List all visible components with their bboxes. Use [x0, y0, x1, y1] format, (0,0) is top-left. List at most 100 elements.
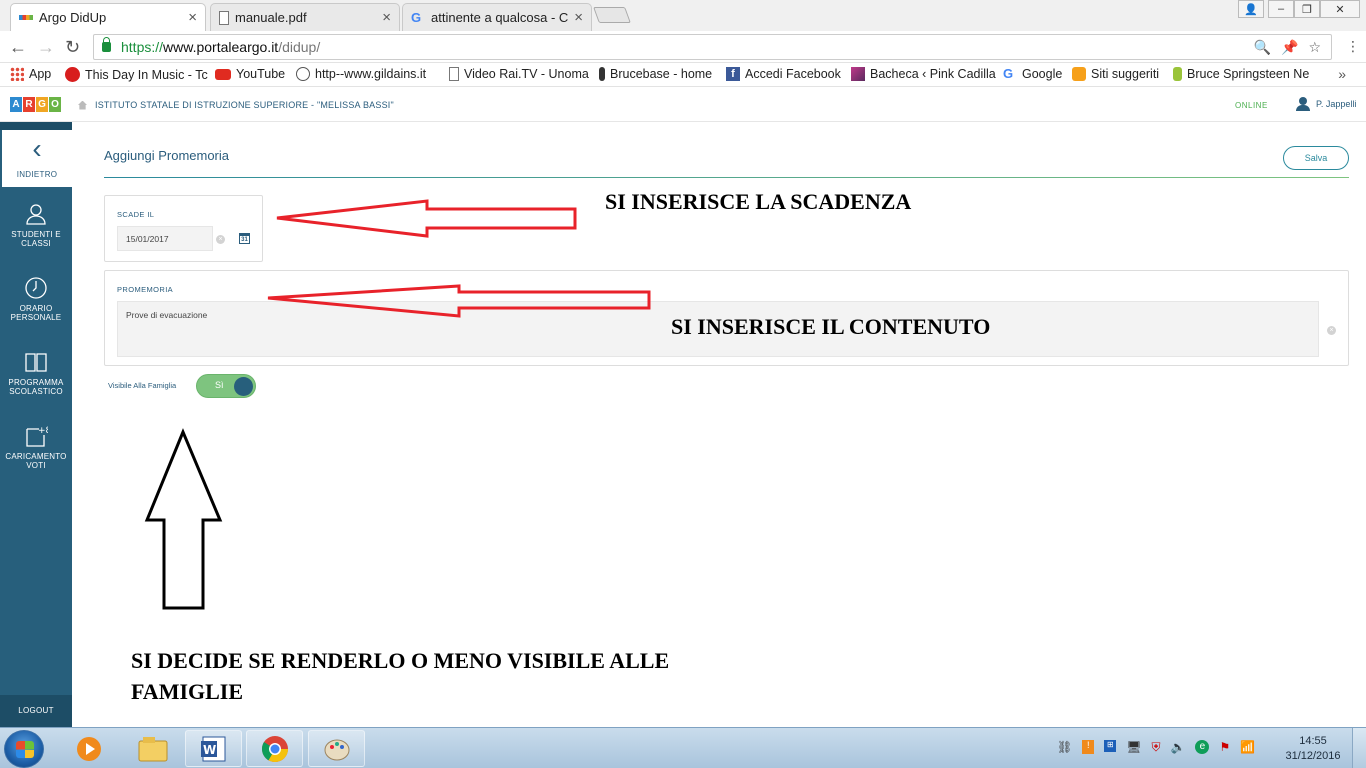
- annotation-content: SI INSERISCE IL CONTENUTO: [671, 314, 991, 339]
- logo-letter: O: [49, 97, 61, 112]
- tab-close-icon[interactable]: ×: [188, 9, 197, 26]
- tab-title: Argo DidUp: [39, 10, 107, 25]
- tab-google-search[interactable]: G attinente a qualcosa - Ce ×: [402, 3, 592, 31]
- bookmark-facebook[interactable]: f Accedi Facebook: [726, 67, 841, 81]
- menu-icon[interactable]: ⋮: [1346, 38, 1360, 55]
- bookmark-youtube[interactable]: YouTube: [215, 67, 285, 81]
- sidebar-item-schedule[interactable]: ORARIO PERSONALE: [0, 276, 72, 322]
- url-host: www.portaleargo.it: [163, 39, 279, 55]
- tray-monitor-icon[interactable]: 🖥: [1126, 740, 1141, 755]
- show-desktop-button[interactable]: [1352, 728, 1366, 768]
- clear-date-icon[interactable]: ×: [216, 235, 225, 244]
- bookmark-bruce-springsteen[interactable]: Bruce Springsteen Ne: [1173, 67, 1309, 81]
- bookmark-rai-tv[interactable]: Video Rai.TV - Unoma: [449, 67, 589, 81]
- app-header: A R G O ISTITUTO STATALE DI ISTRUZIONE S…: [0, 88, 1366, 122]
- more-bookmarks-icon[interactable]: »: [1338, 66, 1346, 82]
- sidebar-item-label: CARICAMENTO: [5, 452, 67, 461]
- bookmark-label: Accedi Facebook: [745, 67, 841, 81]
- due-date-input[interactable]: [117, 226, 213, 251]
- user-profile-icon[interactable]: 👤: [1238, 0, 1264, 18]
- bookmark-google[interactable]: G Google: [1003, 67, 1062, 82]
- chevron-left-icon: ‹: [32, 133, 42, 164]
- visible-to-family-label: Visibile Alla Famiglia: [108, 381, 177, 390]
- toggle-knob: [234, 377, 253, 396]
- maximize-button[interactable]: ❐: [1294, 0, 1320, 18]
- bookmark-label: Bacheca ‹ Pink Cadilla: [870, 67, 996, 81]
- sidebar-item-label: VOTI: [26, 461, 46, 470]
- sidebar-item-label: SCOLASTICO: [9, 387, 63, 396]
- clock-time: 14:55: [1299, 735, 1327, 747]
- new-tab-button[interactable]: [593, 7, 631, 23]
- bookmark-pink-cadillac[interactable]: Bacheca ‹ Pink Cadilla: [851, 67, 996, 81]
- network-link-icon[interactable]: ⛓: [1057, 740, 1072, 755]
- user-menu[interactable]: P. Jappelli: [1296, 97, 1356, 111]
- url-protocol: https://: [121, 39, 164, 55]
- volume-icon[interactable]: 🔈: [1170, 740, 1185, 755]
- guitarist-icon: [599, 67, 605, 81]
- sidebar-item-label: PERSONALE: [10, 313, 62, 322]
- svg-text:W: W: [203, 743, 216, 757]
- save-button[interactable]: Salva: [1283, 146, 1349, 170]
- tray-app-icon[interactable]: !: [1082, 740, 1095, 754]
- bookmark-label: This Day In Music - Tc: [85, 67, 208, 82]
- argo-logo[interactable]: A R G O: [10, 97, 61, 112]
- sidebar: ‹ INDIETRO STUDENTI E CLASSI ORARIO PERS…: [0, 122, 72, 727]
- bookmark-gildains[interactable]: http--www.gildains.it: [296, 67, 426, 81]
- zoom-icon[interactable]: 🔍: [1254, 39, 1271, 56]
- action-center-icon[interactable]: ⚑: [1219, 740, 1230, 755]
- tray-e-icon[interactable]: e: [1195, 740, 1210, 754]
- word-button[interactable]: W: [185, 730, 242, 767]
- pin-icon[interactable]: 📌: [1281, 39, 1298, 56]
- sidebar-item-grades[interactable]: +8 CARICAMENTO VOTI: [0, 424, 72, 470]
- title-divider: [104, 177, 1349, 178]
- sidebar-item-program[interactable]: PROGRAMMA SCOLASTICO: [0, 350, 72, 396]
- bookmark-siti-suggeriti[interactable]: Siti suggeriti: [1072, 67, 1159, 81]
- explorer-button[interactable]: [124, 730, 181, 767]
- facebook-icon: f: [726, 67, 740, 81]
- sidebar-item-students[interactable]: STUDENTI E CLASSI: [0, 202, 72, 248]
- calendar-icon[interactable]: 31: [239, 233, 250, 244]
- taskbar-clock[interactable]: 14:55 31/12/2016: [1283, 734, 1343, 764]
- tab-argo-didup[interactable]: Argo DidUp ×: [10, 3, 206, 31]
- tab-title: manuale.pdf: [235, 10, 307, 25]
- apps-grid-icon: [10, 67, 24, 81]
- svg-text:+8: +8: [38, 426, 48, 436]
- tab-close-icon[interactable]: ×: [382, 9, 391, 26]
- bookmark-star-icon[interactable]: ☆: [1308, 39, 1321, 56]
- suggested-icon: [1072, 67, 1086, 81]
- chrome-button[interactable]: [246, 730, 303, 767]
- paint-button[interactable]: [308, 730, 365, 767]
- tab-close-icon[interactable]: ×: [574, 9, 583, 26]
- minimize-button[interactable]: –: [1268, 0, 1294, 18]
- tray-app-icon[interactable]: ⊞: [1104, 740, 1117, 752]
- youtube-icon: [215, 68, 231, 80]
- close-window-button[interactable]: ✕: [1320, 0, 1360, 18]
- tray-shield-icon[interactable]: ⛨: [1151, 740, 1160, 755]
- sidebar-item-label: ORARIO: [19, 304, 53, 313]
- clear-memo-icon[interactable]: ×: [1327, 326, 1336, 335]
- start-button[interactable]: [4, 730, 44, 768]
- home-icon[interactable]: [78, 100, 87, 110]
- visible-to-family-toggle[interactable]: Sì: [196, 374, 256, 398]
- gildains-icon: [296, 67, 310, 81]
- bookmark-label: App: [29, 67, 52, 81]
- back-arrow-icon[interactable]: ←: [9, 37, 27, 58]
- signal-icon[interactable]: 📶: [1240, 740, 1255, 755]
- springsteen-icon: [1173, 67, 1182, 81]
- address-bar[interactable]: https:// www.portaleargo.it /didup/ 🔍 📌 …: [93, 34, 1332, 60]
- media-player-button[interactable]: [60, 730, 117, 767]
- bookmark-label: Video Rai.TV - Unoma: [464, 67, 589, 81]
- bookmark-app[interactable]: App: [10, 67, 51, 81]
- school-name-label: ISTITUTO STATALE DI ISTRUZIONE SUPERIORE…: [95, 100, 394, 110]
- bookmarks-bar: App This Day In Music - Tc YouTube http-…: [0, 63, 1366, 87]
- red-circle-icon: [65, 67, 80, 82]
- windows-taskbar: W ⛓ ! ⊞ 🖥 ⛨ 🔈 e ⚑ 📶 14:55 31/12/2016: [0, 727, 1366, 768]
- reload-icon[interactable]: ↻: [65, 37, 80, 58]
- forward-arrow-icon[interactable]: →: [37, 37, 55, 58]
- bookmark-this-day-in-music[interactable]: This Day In Music - Tc: [65, 67, 208, 82]
- annotation-due-date: SI INSERISCE LA SCADENZA: [605, 189, 912, 214]
- sidebar-back-button[interactable]: ‹ INDIETRO: [2, 130, 72, 187]
- tab-manuale-pdf[interactable]: manuale.pdf ×: [210, 3, 400, 31]
- bookmark-brucebase[interactable]: Brucebase - home: [599, 67, 712, 81]
- logout-button[interactable]: LOGOUT: [0, 695, 72, 727]
